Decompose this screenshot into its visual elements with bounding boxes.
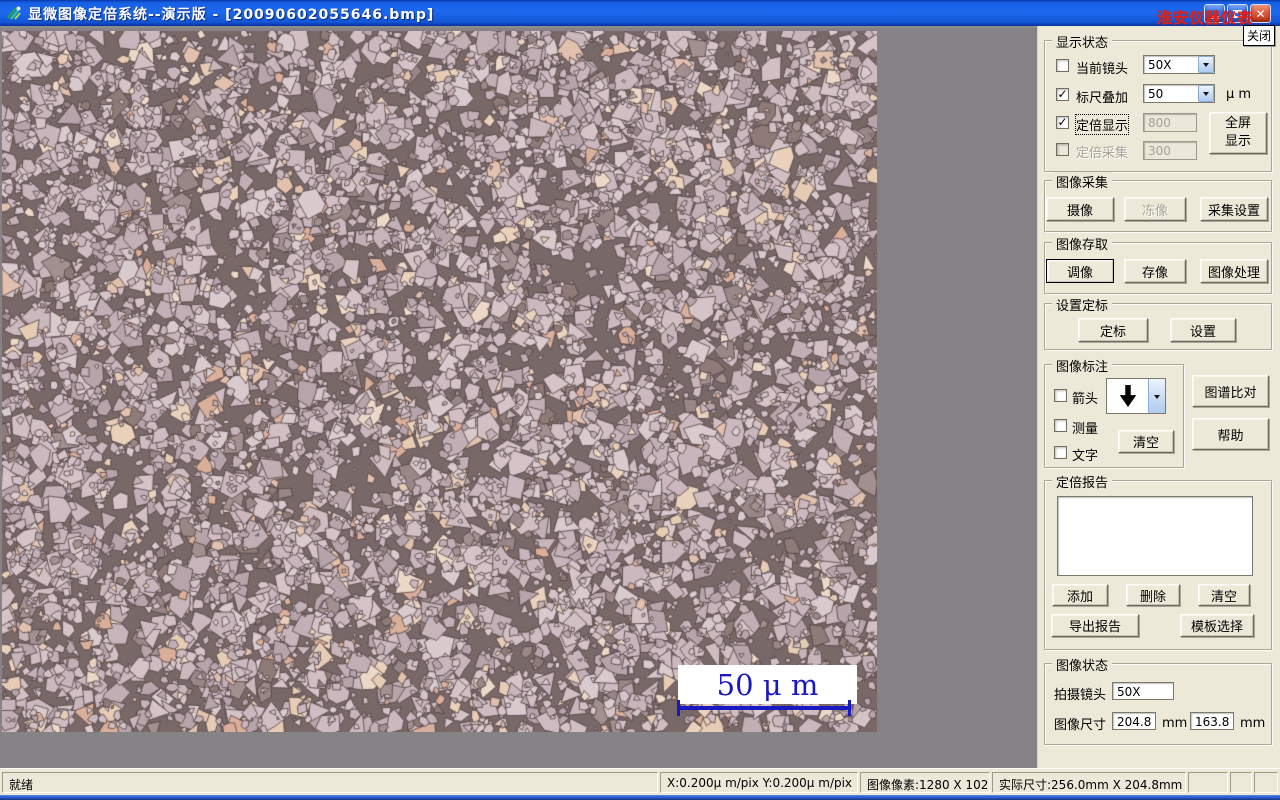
- status-actual-size: 实际尺寸:256.0mm X 204.8mm: [992, 772, 1186, 793]
- report-clear-button[interactable]: 清空: [1198, 584, 1250, 606]
- save-image-button[interactable]: 存像: [1124, 259, 1186, 283]
- fixed-capture-field: 300: [1143, 141, 1197, 160]
- current-lens-combo[interactable]: 50X: [1143, 55, 1215, 74]
- window-title: 显微图像定倍系统--演示版 - [20090602055646.bmp]: [28, 7, 435, 23]
- ruler-overlay-label: 标尺叠加: [1076, 91, 1129, 106]
- image-height-field[interactable]: 163.8: [1190, 712, 1234, 730]
- status-empty-pane: [1254, 772, 1278, 793]
- freeze-button: 冻像: [1124, 197, 1186, 221]
- image-size-label: 图像尺寸: [1054, 718, 1107, 733]
- app-icon: [7, 6, 21, 20]
- help-button[interactable]: 帮助: [1192, 418, 1269, 450]
- ruler-overlay-checkbox[interactable]: [1056, 88, 1069, 101]
- fixed-capture-label: 定倍采集: [1076, 146, 1129, 161]
- close-tooltip: 关闭: [1243, 25, 1276, 46]
- calibrate-button[interactable]: 定标: [1078, 318, 1148, 342]
- scalebar-label-box: 50 μ m: [678, 665, 857, 704]
- title-bar: 显微图像定倍系统--演示版 - [20090602055646.bmp] ✕: [0, 0, 1280, 26]
- fixed-capture-checkbox: [1056, 143, 1069, 156]
- fixed-display-field: 800: [1143, 113, 1197, 132]
- fullscreen-button-label: 全屏显示: [1224, 116, 1251, 149]
- report-delete-button[interactable]: 删除: [1126, 584, 1180, 606]
- chevron-down-icon[interactable]: [1198, 56, 1214, 73]
- shoot-button[interactable]: 摄像: [1046, 197, 1114, 221]
- image-process-button[interactable]: 图像处理: [1200, 259, 1268, 283]
- status-pixel-scale: X:0.200μ m/pix Y:0.200μ m/pix: [660, 772, 858, 793]
- chevron-down-icon[interactable]: [1198, 85, 1214, 102]
- status-image-pixels: 图像像素:1280 X 1024: [860, 772, 990, 793]
- status-empty-pane: [1188, 772, 1228, 793]
- status-empty-pane: [1230, 772, 1252, 793]
- group-title: 定倍报告: [1052, 472, 1113, 491]
- annotation-clear-button[interactable]: 清空: [1118, 430, 1174, 453]
- measure-checkbox[interactable]: [1054, 419, 1067, 432]
- report-listbox[interactable]: [1057, 496, 1253, 576]
- load-image-button[interactable]: 调像: [1046, 259, 1114, 283]
- current-lens-checkbox[interactable]: [1056, 59, 1069, 72]
- calibration-setup-button[interactable]: 设置: [1170, 318, 1236, 342]
- scalebar-line: [678, 706, 851, 710]
- current-lens-value: 50X: [1148, 57, 1172, 72]
- template-select-button[interactable]: 模板选择: [1180, 614, 1254, 637]
- ruler-value: 50: [1148, 86, 1164, 101]
- status-ready: 就绪: [2, 772, 658, 793]
- image-width-unit: mm: [1162, 716, 1188, 731]
- measure-label: 测量: [1072, 422, 1099, 437]
- arrow-checkbox[interactable]: [1054, 389, 1067, 402]
- close-icon: ✕: [1255, 6, 1266, 21]
- fixed-display-checkbox[interactable]: [1056, 116, 1069, 129]
- fullscreen-button[interactable]: 全屏显示: [1209, 112, 1267, 154]
- group-title: 图像采集: [1052, 172, 1113, 191]
- scalebar-tick-right: [848, 700, 851, 716]
- group-title: 图像存取: [1052, 234, 1113, 253]
- group-title: 显示状态: [1052, 32, 1113, 51]
- fixed-display-label: 定倍显示: [1074, 114, 1130, 135]
- chevron-down-icon[interactable]: [1148, 379, 1165, 413]
- status-bar: 就绪 X:0.200μ m/pix Y:0.200μ m/pix 图像像素:12…: [0, 768, 1280, 795]
- group-title: 图像状态: [1052, 655, 1113, 674]
- shoot-lens-field[interactable]: 50X: [1112, 682, 1174, 700]
- arrow-down-icon: [1107, 379, 1148, 413]
- window-bottom-border: [0, 795, 1280, 800]
- image-height-unit: mm: [1240, 716, 1266, 731]
- close-button[interactable]: ✕: [1250, 4, 1271, 23]
- arrow-style-combo[interactable]: [1106, 378, 1166, 414]
- group-title: 设置定标: [1052, 295, 1113, 314]
- report-add-button[interactable]: 添加: [1052, 584, 1108, 606]
- export-report-button[interactable]: 导出报告: [1051, 614, 1139, 637]
- arrow-label: 箭头: [1072, 392, 1099, 407]
- vendor-watermark: 淮安仪器仪表: [1157, 9, 1254, 27]
- current-lens-label: 当前镜头: [1076, 62, 1129, 77]
- ruler-unit-label: μ m: [1226, 87, 1252, 102]
- app-window: 显微图像定倍系统--演示版 - [20090602055646.bmp] ✕ 淮…: [0, 0, 1280, 800]
- shoot-lens-label: 拍摄镜头: [1054, 688, 1107, 703]
- image-width-field[interactable]: 204.8: [1112, 712, 1156, 730]
- capture-settings-button[interactable]: 采集设置: [1200, 197, 1268, 221]
- atlas-compare-button[interactable]: 图谱比对: [1192, 375, 1269, 407]
- text-checkbox[interactable]: [1054, 446, 1067, 459]
- text-label: 文字: [1072, 449, 1099, 464]
- micrograph-image: [2, 31, 877, 732]
- scalebar-label: 50 μ m: [716, 667, 819, 702]
- ruler-value-combo[interactable]: 50: [1143, 84, 1215, 103]
- scalebar-tick-left: [677, 700, 680, 716]
- group-title: 图像标注: [1052, 356, 1113, 375]
